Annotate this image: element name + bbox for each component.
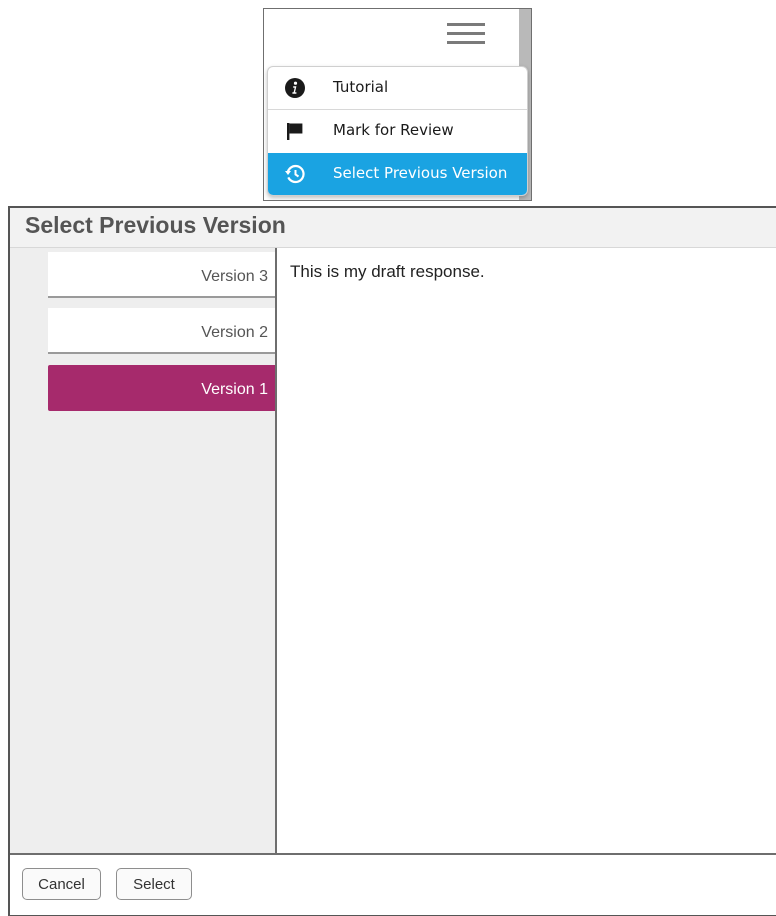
version-label: Version 3	[201, 268, 268, 285]
draft-response-text: This is my draft response.	[290, 262, 485, 281]
dropdown-menu: Tutorial Mark for Review Select Previous…	[267, 66, 528, 196]
dialog-title: Select Previous Version	[25, 212, 286, 238]
dialog-footer: Cancel Select	[10, 855, 776, 915]
cancel-button[interactable]: Cancel	[22, 868, 101, 900]
version-sidebar: Version 3 Version 2 Version 1	[10, 248, 276, 854]
version-content-pane: This is my draft response.	[275, 248, 776, 854]
menu-item-tutorial[interactable]: Tutorial	[268, 67, 527, 110]
select-button[interactable]: Select	[116, 868, 192, 900]
flag-icon	[287, 123, 303, 140]
hamburger-menu-icon[interactable]	[447, 23, 485, 47]
version-tab-1[interactable]: Version 1	[48, 365, 276, 411]
menu-item-select-previous-version[interactable]: Select Previous Version	[268, 153, 527, 195]
menu-item-label: Mark for Review	[333, 121, 454, 139]
menu-item-label: Tutorial	[333, 78, 389, 96]
version-tab-3[interactable]: Version 3	[48, 252, 276, 298]
menu-screenshot: Tutorial Mark for Review Select Previous…	[263, 8, 532, 201]
version-label: Version 2	[201, 324, 268, 341]
version-label: Version 1	[201, 381, 268, 398]
version-tab-2[interactable]: Version 2	[48, 308, 276, 354]
select-previous-version-dialog: Select Previous Version Version 3 Versio…	[8, 206, 776, 916]
history-icon	[285, 164, 305, 184]
menu-item-label: Select Previous Version	[333, 164, 508, 182]
info-icon	[285, 78, 305, 98]
menu-item-mark-for-review[interactable]: Mark for Review	[268, 110, 527, 152]
